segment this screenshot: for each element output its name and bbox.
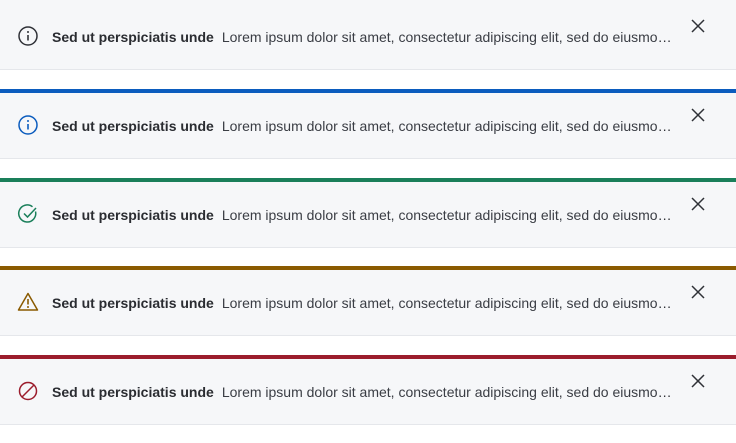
banner-text: Sed ut perspiciatis unde Lorem ipsum dolo… <box>52 294 672 312</box>
close-icon[interactable] <box>688 371 708 391</box>
banner-title: Sed ut perspiciatis unde <box>52 118 214 134</box>
close-icon[interactable] <box>688 282 708 302</box>
blocked-circle-icon <box>18 381 38 401</box>
banner-text: Sed ut perspiciatis unde Lorem ipsum dolo… <box>52 206 672 224</box>
info-circle-icon <box>18 26 38 46</box>
banner-title: Sed ut perspiciatis unde <box>52 29 214 45</box>
neutral-banner: Sed ut perspiciatis unde Lorem ipsum dolo… <box>0 0 736 70</box>
warning-banner: Sed ut perspiciatis unde Lorem ipsum dolo… <box>0 266 736 336</box>
info-circle-icon <box>18 115 38 135</box>
close-icon[interactable] <box>688 194 708 214</box>
banner-text: Sed ut perspiciatis unde Lorem ipsum dolo… <box>52 383 672 401</box>
close-icon[interactable] <box>688 105 708 125</box>
banner-title: Sed ut perspiciatis unde <box>52 295 214 311</box>
banner-text: Sed ut perspiciatis unde Lorem ipsum dolo… <box>52 117 672 135</box>
info-banner: Sed ut perspiciatis unde Lorem ipsum dolo… <box>0 89 736 159</box>
banner-message: Lorem ipsum dolor sit amet, consectetur … <box>221 29 672 45</box>
banner-text: Sed ut perspiciatis unde Lorem ipsum dolo… <box>52 28 672 46</box>
banner-message: Lorem ipsum dolor sit amet, consectetur … <box>221 207 672 223</box>
check-circle-icon <box>17 204 37 223</box>
success-banner: Sed ut perspiciatis unde Lorem ipsum dolo… <box>0 178 736 248</box>
banner-title: Sed ut perspiciatis unde <box>52 207 214 223</box>
banner-title: Sed ut perspiciatis unde <box>52 384 214 400</box>
warning-triangle-icon <box>17 292 39 311</box>
banner-message: Lorem ipsum dolor sit amet, consectetur … <box>221 384 672 400</box>
banner-message: Lorem ipsum dolor sit amet, consectetur … <box>221 295 672 311</box>
close-icon[interactable] <box>688 16 708 36</box>
banner-message: Lorem ipsum dolor sit amet, consectetur … <box>221 118 672 134</box>
error-banner: Sed ut perspiciatis unde Lorem ipsum dolo… <box>0 355 736 425</box>
